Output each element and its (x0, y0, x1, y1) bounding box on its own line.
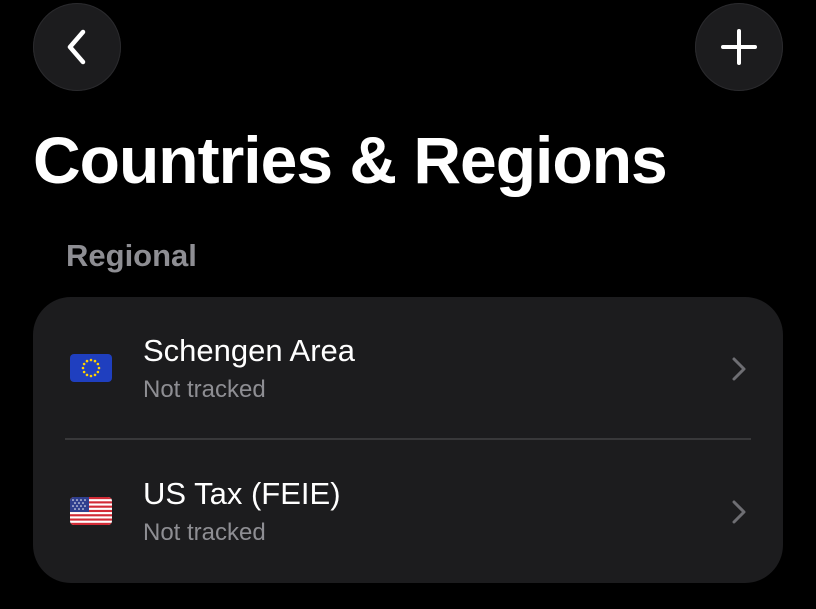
chevron-right-icon (732, 357, 746, 381)
us-flag-icon (70, 497, 112, 525)
list-item-us-tax-feie[interactable]: US Tax (FEIE) Not tracked (33, 440, 783, 582)
regions-list: Schengen Area Not tracked US Tax (FEIE) … (33, 297, 783, 583)
plus-icon (721, 29, 757, 65)
add-button[interactable] (695, 3, 783, 91)
section-header-regional: Regional (66, 238, 197, 273)
eu-flag-icon (70, 354, 112, 382)
page-title: Countries & Regions (33, 123, 668, 197)
list-item-schengen-area[interactable]: Schengen Area Not tracked (33, 297, 783, 440)
chevron-right-icon (732, 500, 746, 524)
item-title: US Tax (FEIE) (143, 476, 341, 511)
chevron-left-icon (67, 29, 86, 65)
back-button[interactable] (33, 3, 121, 91)
item-status: Not tracked (143, 376, 266, 403)
item-status: Not tracked (143, 519, 266, 546)
item-title: Schengen Area (143, 333, 356, 368)
